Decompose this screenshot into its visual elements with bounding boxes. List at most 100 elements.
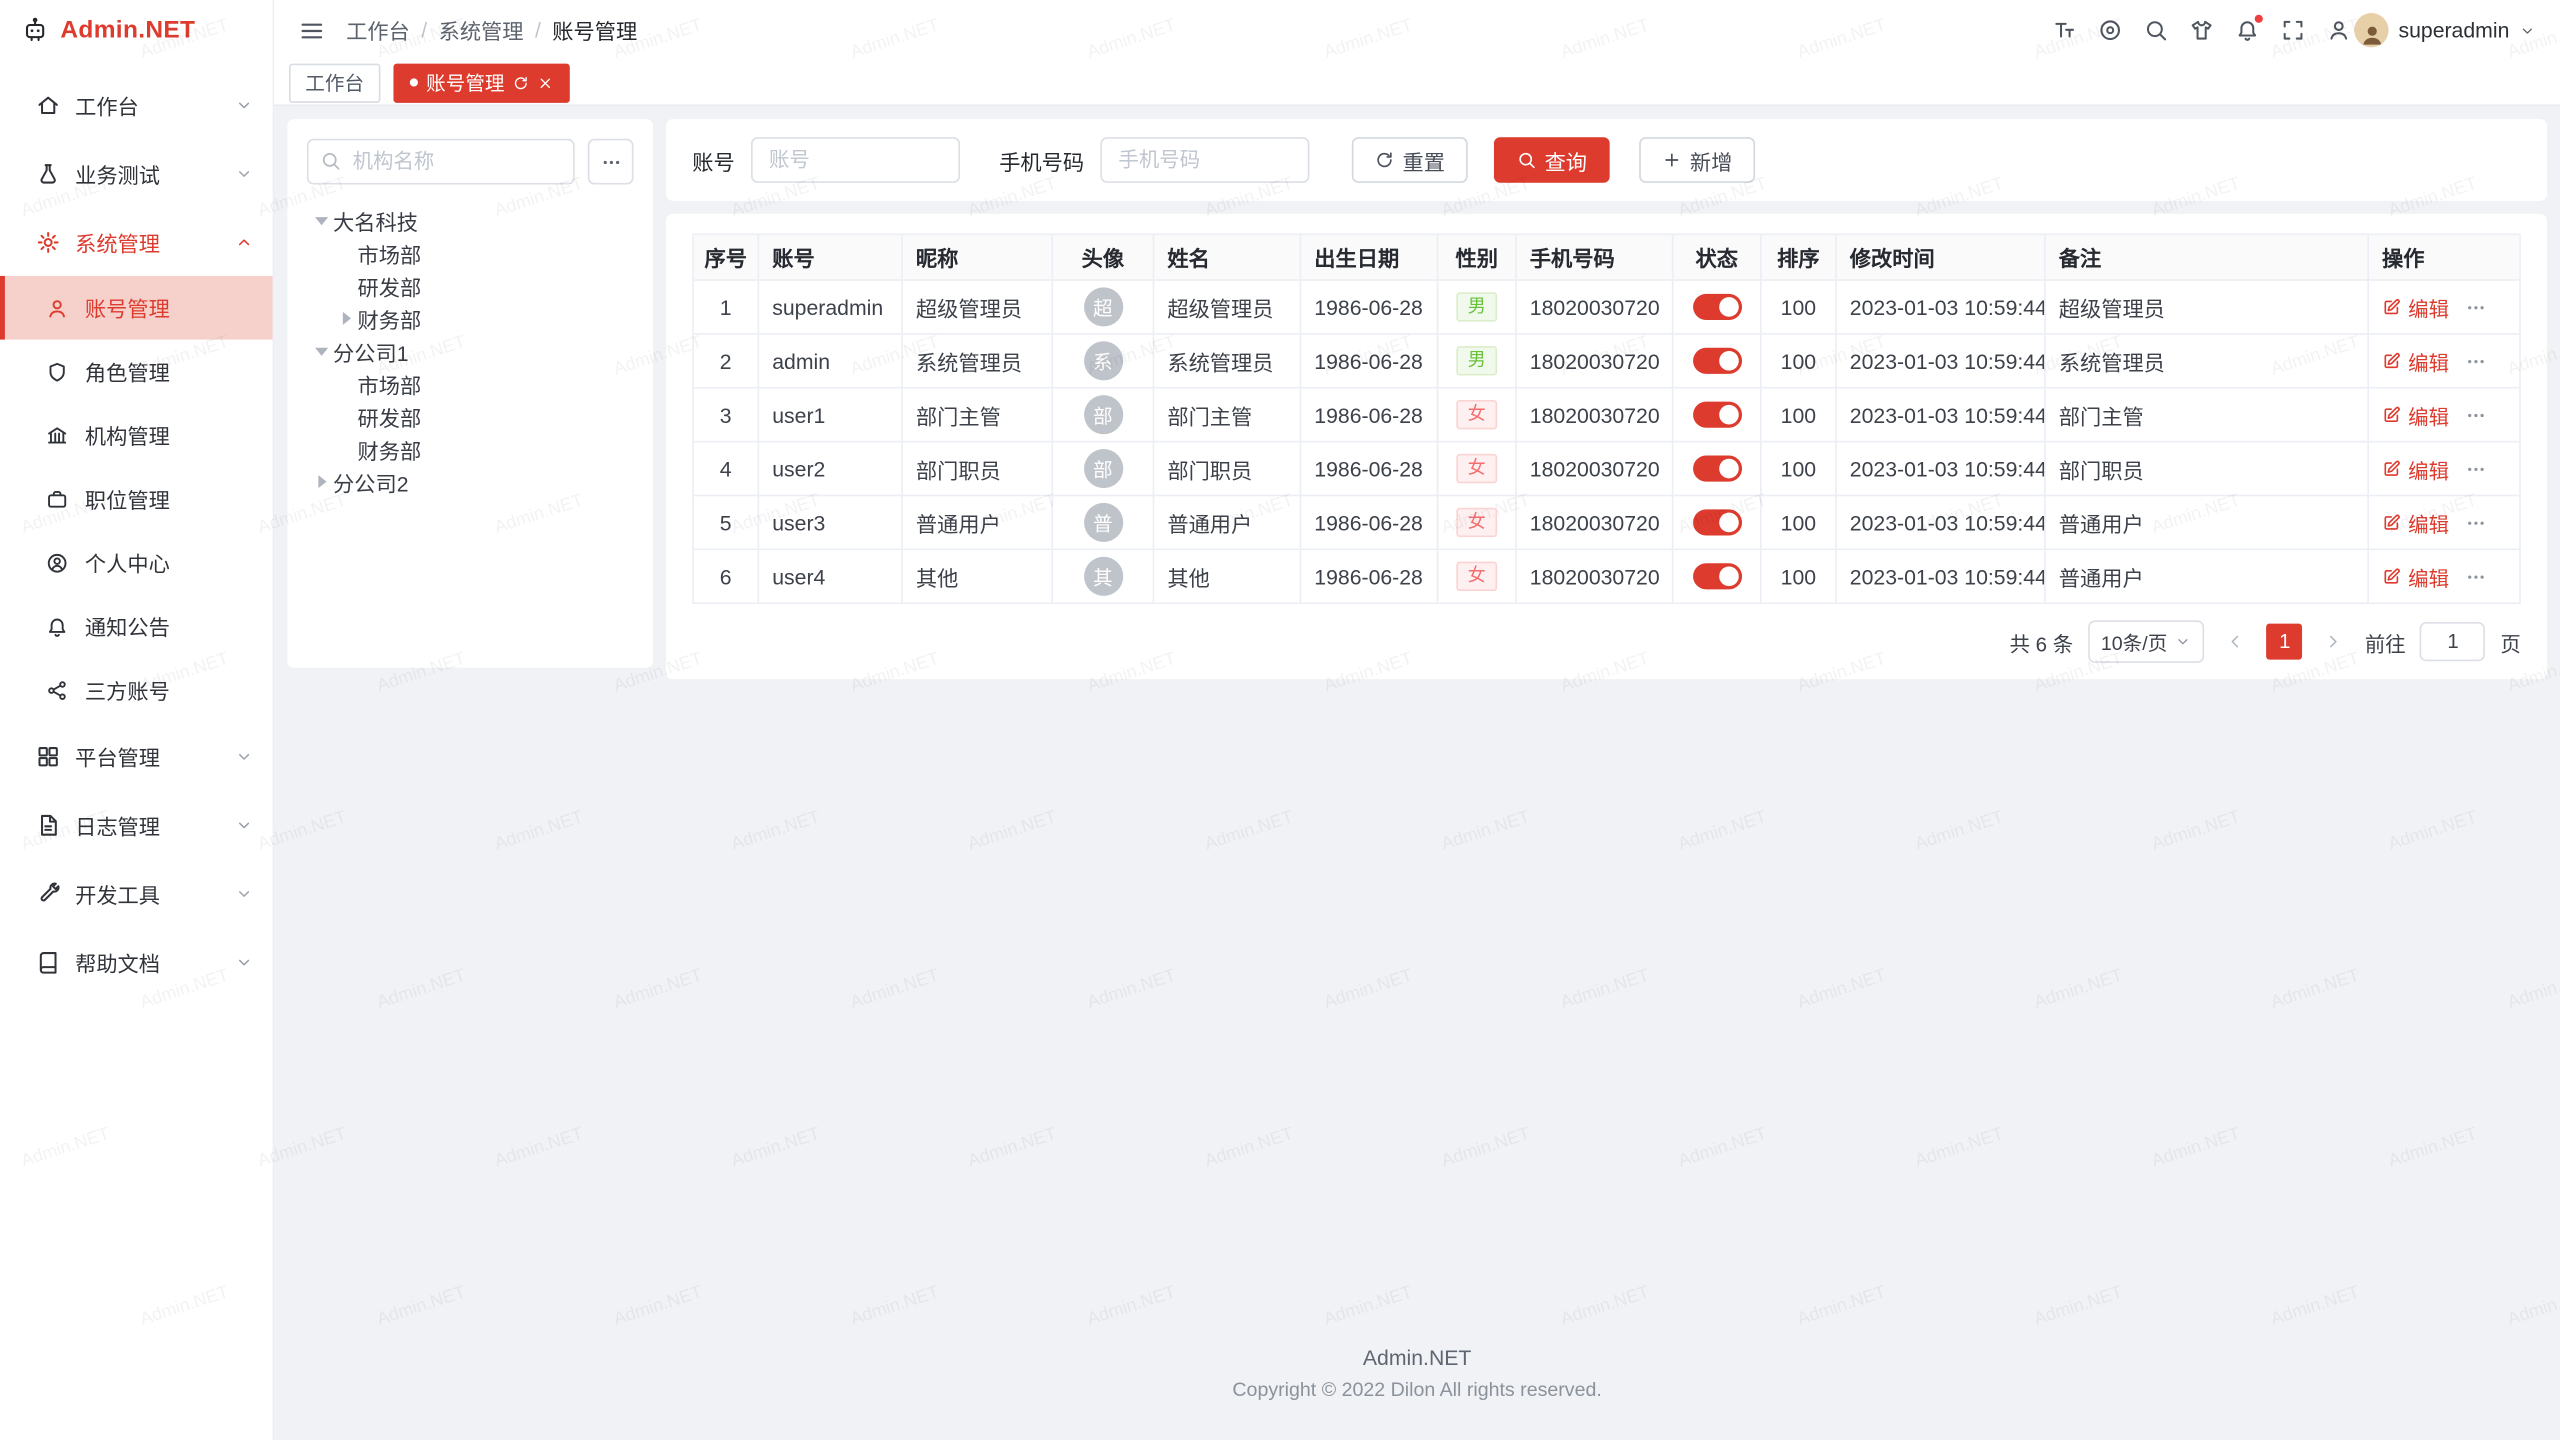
tab-close-button[interactable] (537, 74, 553, 90)
cell-nickname: 其他 (903, 550, 1053, 602)
row-more-button[interactable] (2465, 458, 2486, 479)
sidebar-item-help-docs[interactable]: 帮助文档 (0, 927, 273, 996)
sidebar-subitem-label: 账号管理 (85, 292, 253, 323)
status-toggle[interactable] (1692, 348, 1741, 374)
cell-avatar: 超 (1053, 281, 1154, 333)
sidebar-item-platform-manage[interactable]: 平台管理 (0, 722, 273, 791)
tab-refresh-button[interactable] (513, 74, 529, 90)
notification-icon[interactable] (2234, 17, 2260, 43)
tree-node-5[interactable]: 市场部 (307, 367, 634, 400)
edit-button[interactable]: 编辑 (2382, 399, 2449, 430)
tab-account-manage[interactable]: 账号管理 (393, 63, 569, 102)
sidebar-item-log-manage[interactable]: 日志管理 (0, 790, 273, 859)
status-toggle[interactable] (1692, 294, 1741, 320)
caret-right-icon[interactable] (335, 307, 358, 330)
tree-node-2[interactable]: 研发部 (307, 269, 634, 302)
status-toggle[interactable] (1692, 402, 1741, 428)
status-toggle[interactable] (1692, 509, 1741, 535)
org-search-input[interactable] (307, 139, 575, 185)
next-page-button[interactable] (2318, 624, 2351, 660)
row-more-button[interactable] (2465, 350, 2486, 371)
sidebar-subitem-position-manage[interactable]: 职位管理 (0, 467, 273, 531)
sidebar-item-dev-tools[interactable]: 开发工具 (0, 859, 273, 928)
theme-skin-icon[interactable] (2188, 17, 2214, 43)
edit-button[interactable]: 编辑 (2382, 453, 2449, 484)
sidebar-item-system-manage[interactable]: 系统管理 (0, 207, 273, 276)
prev-page-button[interactable] (2220, 624, 2253, 660)
tree-node-1[interactable]: 市场部 (307, 237, 634, 270)
caret-spacer (335, 438, 358, 461)
caret-spacer (335, 242, 358, 265)
column-header-8: 状态 (1673, 235, 1761, 279)
row-more-button[interactable] (2465, 512, 2486, 533)
menu-collapse-icon[interactable] (299, 17, 325, 43)
sidebar-subitem-org-manage[interactable]: 机构管理 (0, 403, 273, 467)
cell-modified: 2023-01-03 10:59:44 (1837, 281, 2046, 333)
edit-button[interactable]: 编辑 (2382, 345, 2449, 376)
sidebar-subitem-role-manage[interactable]: 角色管理 (0, 340, 273, 404)
user-panel-icon[interactable] (2325, 17, 2351, 43)
column-header-3: 头像 (1053, 235, 1154, 279)
account-input[interactable] (751, 137, 960, 183)
tree-more-button[interactable] (588, 139, 634, 185)
sidebar-subitem-account-manage[interactable]: 账号管理 (0, 276, 273, 340)
row-more-button[interactable] (2465, 566, 2486, 587)
sidebar-subitem-notice-announce[interactable]: 通知公告 (0, 594, 273, 658)
edit-button[interactable]: 编辑 (2382, 561, 2449, 592)
tree-node-7[interactable]: 财务部 (307, 433, 634, 466)
table-row: 6user4其他其其他1986-06-28女180200307201002023… (694, 550, 2519, 602)
tree-node-3[interactable]: 财务部 (307, 302, 634, 335)
cell-avatar: 系 (1053, 335, 1154, 387)
page-number-button[interactable]: 1 (2267, 624, 2303, 660)
user-menu[interactable]: superadmin (2354, 13, 2535, 47)
page-size-select[interactable]: 10条/页 (2088, 620, 2205, 662)
sidebar-subitem-third-account[interactable]: 三方账号 (0, 658, 273, 722)
fullscreen-icon[interactable] (2279, 17, 2305, 43)
status-toggle[interactable] (1692, 563, 1741, 589)
tree-node-8[interactable]: 分公司2 (307, 465, 634, 498)
cell-avatar: 其 (1053, 550, 1154, 602)
status-toggle[interactable] (1692, 456, 1741, 482)
cell-remark: 部门职员 (2046, 442, 2369, 494)
font-size-icon[interactable] (2051, 17, 2077, 43)
tree-node-label: 财务部 (358, 433, 422, 464)
sidebar-item-label: 帮助文档 (75, 946, 220, 977)
cell-nickname: 超级管理员 (903, 281, 1053, 333)
layout-config-icon[interactable] (2096, 17, 2122, 43)
edit-label: 编辑 (2408, 561, 2449, 592)
edit-icon (2382, 513, 2402, 533)
caret-down-icon[interactable] (310, 340, 333, 363)
sidebar-item-business-test[interactable]: 业务测试 (0, 139, 273, 208)
breadcrumb-item[interactable]: 工作台 (346, 15, 410, 46)
search-button[interactable]: 查询 (1494, 137, 1610, 183)
search-icon[interactable] (2142, 17, 2168, 43)
tab-active-dot (410, 78, 418, 86)
tab-workbench[interactable]: 工作台 (289, 63, 380, 102)
sidebar-subitem-personal-center[interactable]: 个人中心 (0, 531, 273, 595)
app-logo[interactable]: Admin.NET (0, 0, 273, 60)
reset-button[interactable]: 重置 (1352, 137, 1468, 183)
caret-down-icon[interactable] (310, 209, 333, 232)
edit-button[interactable]: 编辑 (2382, 291, 2449, 322)
tree-node-0[interactable]: 大名科技 (307, 204, 634, 237)
sidebar-subitem-label: 机构管理 (85, 420, 253, 451)
breadcrumb-item[interactable]: 账号管理 (552, 15, 637, 46)
breadcrumb-item[interactable]: 系统管理 (439, 15, 524, 46)
cell-status (1673, 335, 1761, 387)
add-button[interactable]: 新增 (1639, 137, 1755, 183)
tree-node-4[interactable]: 分公司1 (307, 335, 634, 368)
cell-order: 100 (1762, 281, 1837, 333)
row-more-button[interactable] (2465, 404, 2486, 425)
goto-page-input[interactable] (2420, 622, 2485, 661)
tree-node-6[interactable]: 研发部 (307, 400, 634, 433)
row-more-button[interactable] (2465, 296, 2486, 317)
header-icons (2051, 17, 2351, 43)
cell-name: 部门主管 (1154, 389, 1301, 441)
edit-button[interactable]: 编辑 (2382, 507, 2449, 538)
phone-input[interactable] (1100, 137, 1309, 183)
page-footer: Admin.NET Copyright © 2022 Dilon All rig… (287, 1326, 2547, 1427)
sidebar-item-workbench[interactable]: 工作台 (0, 70, 273, 139)
caret-right-icon[interactable] (310, 470, 333, 493)
cell-avatar: 普 (1053, 496, 1154, 548)
bell-icon (46, 615, 69, 638)
